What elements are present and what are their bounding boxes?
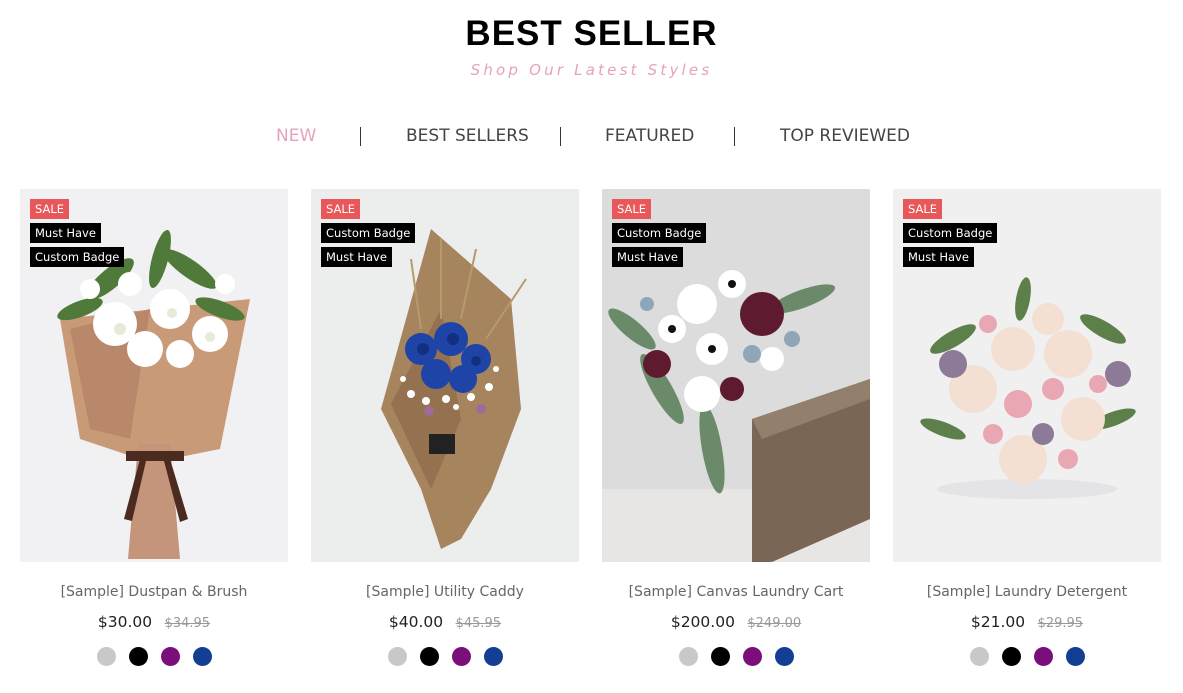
color-swatches xyxy=(893,647,1161,666)
product-price: $40.00 xyxy=(388,613,444,631)
section-title: BEST SELLER xyxy=(465,14,718,53)
price-row: $40.00 $45.95 xyxy=(311,611,579,635)
swatch-gray[interactable] xyxy=(969,647,989,666)
tab-divider xyxy=(560,127,561,146)
product-price: $200.00 xyxy=(670,613,735,631)
product-card[interactable]: SALE Custom Badge Must Have [Sample] Can… xyxy=(602,189,870,666)
swatch-gray[interactable] xyxy=(96,647,116,666)
product-badge: Must Have xyxy=(612,247,683,267)
product-price: $30.00 xyxy=(97,613,153,631)
tab-featured[interactable]: FEATURED xyxy=(605,124,694,148)
swatch-purple[interactable] xyxy=(742,647,762,666)
price-row: $21.00 $29.95 xyxy=(893,611,1161,635)
swatch-purple[interactable] xyxy=(160,647,180,666)
product-image-blue-rose-bouquet[interactable]: SALE Custom Badge Must Have xyxy=(311,189,579,562)
sale-badge: SALE xyxy=(903,199,943,219)
badge-group: SALE Must Have Custom Badge xyxy=(30,199,125,271)
swatch-blue[interactable] xyxy=(483,647,503,666)
section-header: BEST SELLER Shop Our Latest Styles xyxy=(0,14,1183,80)
price-row: $30.00 $34.95 xyxy=(20,611,288,635)
tab-new[interactable]: NEW xyxy=(276,124,316,148)
badge-group: SALE Custom Badge Must Have xyxy=(612,199,707,271)
product-badge: Must Have xyxy=(903,247,974,267)
sale-badge: SALE xyxy=(612,199,652,219)
product-old-price: $34.95 xyxy=(164,616,211,631)
product-name[interactable]: [Sample] Dustpan & Brush xyxy=(20,582,288,602)
swatch-purple[interactable] xyxy=(451,647,471,666)
swatch-black[interactable] xyxy=(710,647,730,666)
product-price: $21.00 xyxy=(970,613,1026,631)
swatch-blue[interactable] xyxy=(1065,647,1085,666)
product-badge: Custom Badge xyxy=(30,247,125,267)
swatch-purple[interactable] xyxy=(1033,647,1053,666)
product-badge: Must Have xyxy=(30,223,101,243)
product-badge: Custom Badge xyxy=(321,223,416,243)
badge-group: SALE Custom Badge Must Have xyxy=(903,199,998,271)
color-swatches xyxy=(602,647,870,666)
product-old-price: $45.95 xyxy=(455,616,502,631)
product-card[interactable]: SALE Custom Badge Must Have [Sample] Lau… xyxy=(893,189,1161,666)
swatch-black[interactable] xyxy=(1001,647,1021,666)
product-card[interactable]: SALE Custom Badge Must Have [Sample] Uti… xyxy=(311,189,579,666)
swatch-black[interactable] xyxy=(128,647,148,666)
swatch-blue[interactable] xyxy=(774,647,794,666)
section-subtitle: Shop Our Latest Styles xyxy=(470,61,713,79)
swatch-blue[interactable] xyxy=(192,647,212,666)
swatch-black[interactable] xyxy=(419,647,439,666)
product-badge: Must Have xyxy=(321,247,392,267)
tab-divider xyxy=(360,127,361,146)
swatch-gray[interactable] xyxy=(678,647,698,666)
product-card[interactable]: SALE Must Have Custom Badge [Sample] Dus… xyxy=(20,189,288,666)
product-badge: Custom Badge xyxy=(903,223,998,243)
product-old-price: $249.00 xyxy=(747,616,802,631)
product-old-price: $29.95 xyxy=(1037,616,1084,631)
product-image-pastel-rose-bouquet[interactable]: SALE Custom Badge Must Have xyxy=(893,189,1161,562)
badge-group: SALE Custom Badge Must Have xyxy=(321,199,416,271)
sale-badge: SALE xyxy=(30,199,70,219)
product-badge: Custom Badge xyxy=(612,223,707,243)
product-name[interactable]: [Sample] Utility Caddy xyxy=(311,582,579,602)
product-image-white-lily-bouquet[interactable]: SALE Must Have Custom Badge xyxy=(20,189,288,562)
product-tabs: NEW BEST SELLERS FEATURED TOP REVIEWED xyxy=(0,124,1183,148)
tab-top-reviewed[interactable]: TOP REVIEWED xyxy=(780,124,910,148)
product-image-burgundy-cascade-bouquet[interactable]: SALE Custom Badge Must Have xyxy=(602,189,870,562)
sale-badge: SALE xyxy=(321,199,361,219)
color-swatches xyxy=(311,647,579,666)
swatch-gray[interactable] xyxy=(387,647,407,666)
color-swatches xyxy=(20,647,288,666)
price-row: $200.00 $249.00 xyxy=(602,611,870,635)
product-name[interactable]: [Sample] Canvas Laundry Cart xyxy=(602,582,870,602)
product-name[interactable]: [Sample] Laundry Detergent xyxy=(893,582,1161,602)
tab-best-sellers[interactable]: BEST SELLERS xyxy=(406,124,529,148)
tab-divider xyxy=(734,127,735,146)
